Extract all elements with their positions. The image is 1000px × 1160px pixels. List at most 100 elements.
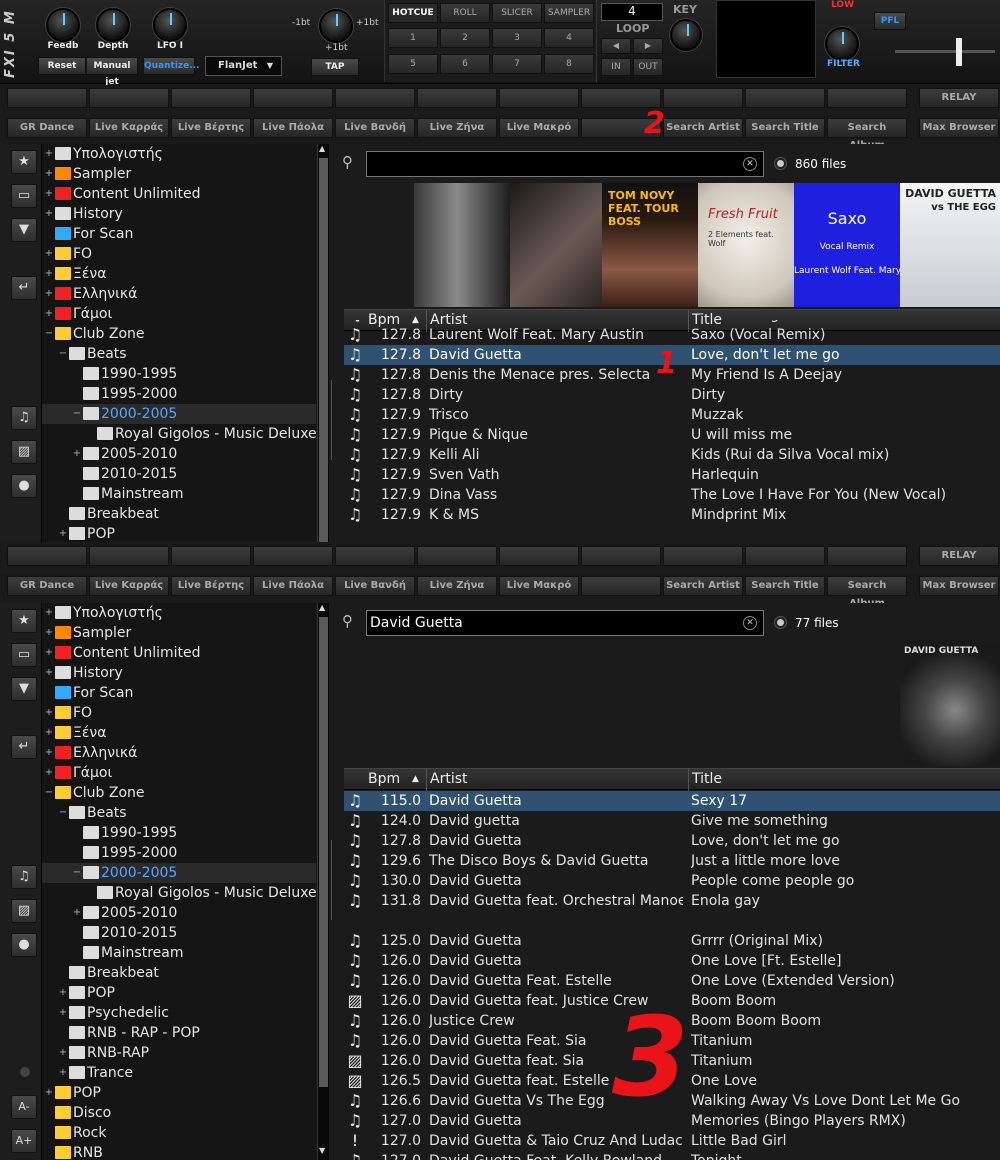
expand-icon[interactable]: + [72, 444, 82, 464]
tab-live-zina[interactable]: Live Ζήνα [417, 576, 497, 596]
album-cover[interactable]: Fresh Fruit 2 Elements feat. Wolf [698, 183, 794, 307]
tree-item[interactable]: 1990-1995 [42, 364, 316, 384]
expand-icon[interactable]: − [72, 863, 82, 883]
slot-button[interactable] [253, 546, 333, 566]
tab-empty[interactable] [581, 576, 661, 596]
tree-item[interactable]: + Sampler [42, 164, 316, 184]
table-row[interactable]: ♫ 126.0 David Guetta Feat. Estelle One Love… [344, 971, 1000, 991]
table-row[interactable]: ♫ 127.8 Dirty Dirty [344, 385, 1000, 405]
music-icon[interactable]: ♫ [11, 406, 37, 430]
tab-live-paola[interactable]: Live Πάολα [253, 576, 333, 596]
table-row[interactable]: ♫ 127.9 Kelli Ali Kids (Rui da Silva Vocal … [344, 445, 1000, 465]
slot-button[interactable] [745, 88, 825, 108]
expand-icon[interactable]: + [72, 903, 82, 923]
tap-button[interactable]: TAP [311, 58, 359, 76]
tree-item[interactable]: + RNB-RAP [42, 1043, 316, 1063]
expand-icon[interactable]: + [44, 603, 54, 623]
slot-button[interactable] [417, 546, 497, 566]
tree-item[interactable]: For Scan [42, 683, 316, 703]
max-browser-button[interactable]: Max Browser [919, 576, 999, 596]
tab-live-karras[interactable]: Live Καρράς [89, 118, 169, 138]
tree-item[interactable]: + Υπολογιστής [42, 603, 316, 623]
search-title-button[interactable]: Search Title [745, 576, 825, 596]
search-artist-button[interactable]: Search Artist [663, 118, 743, 138]
reset-button[interactable]: Reset [38, 57, 86, 75]
pad-2[interactable]: 2 [440, 28, 490, 48]
table-row[interactable]: ♫ 127.9 Dina Vass The Love I Have For You (… [344, 485, 1000, 505]
clear-search-icon[interactable]: ✕ [743, 616, 757, 630]
table-row[interactable]: ♫ 125.0 David Guetta Grrrr (Original Mix) [344, 931, 1000, 951]
tree-scrollbar-top[interactable]: ▲ [317, 144, 329, 542]
table-header[interactable]: Bpm ▲ Artist Title [344, 768, 1000, 791]
tree-item[interactable]: Breakbeat [42, 963, 316, 983]
expand-icon[interactable]: + [44, 1083, 54, 1103]
bpm-minus-label[interactable]: -1bt [292, 18, 310, 28]
expand-icon[interactable]: + [44, 204, 54, 224]
album-cover[interactable]: DAVID GUETTA [900, 642, 1000, 766]
music-icon[interactable]: ♫ [11, 865, 37, 889]
tree-item[interactable]: − Beats [42, 803, 316, 823]
search-artist-button[interactable]: Search Artist [663, 576, 743, 596]
pitch-knob[interactable] [319, 9, 353, 43]
tree-item[interactable]: + Trance [42, 1063, 316, 1083]
search-input[interactable]: David Guetta ✕ [366, 610, 764, 636]
tab-live-karras[interactable]: Live Καρράς [89, 576, 169, 596]
mic-icon[interactable]: ● [11, 474, 37, 498]
slot-button[interactable] [499, 88, 579, 108]
expand-icon[interactable]: + [58, 1003, 68, 1023]
tree-item[interactable]: + Ξένα [42, 723, 316, 743]
max-browser-button[interactable]: Max Browser [919, 118, 999, 138]
tree-item[interactable]: Rock [42, 1123, 316, 1143]
search-title-button[interactable]: Search Title [745, 118, 825, 138]
feedback-knob[interactable] [46, 8, 80, 42]
expand-icon[interactable]: + [44, 284, 54, 304]
tree-item[interactable]: + Content Unlimited [42, 643, 316, 663]
slot-button[interactable] [663, 546, 743, 566]
table-row[interactable]: ♫ 127.8 Laurent Wolf Feat. Mary Austin Saxo… [344, 325, 1000, 345]
bpm-plus-label[interactable]: +1bt [356, 18, 379, 28]
effect-dropdown[interactable]: FlanJet ▼ [205, 56, 282, 76]
lfo-knob[interactable] [153, 8, 187, 42]
filter-icon[interactable]: ▼ [11, 677, 37, 701]
slot-button[interactable] [417, 88, 497, 108]
expand-icon[interactable]: + [58, 983, 68, 1003]
tree-item[interactable]: + History [42, 204, 316, 224]
mic-icon[interactable]: ● [11, 933, 37, 957]
expand-icon[interactable]: − [58, 344, 68, 364]
video-icon[interactable]: ▨ [11, 899, 37, 923]
scroll-up-icon[interactable]: ▲ [319, 603, 325, 612]
font-increase-icon[interactable]: A+ [11, 1129, 37, 1153]
expand-icon[interactable]: − [72, 404, 82, 424]
slot-button[interactable] [335, 88, 415, 108]
slicer-mode-button[interactable]: SLICER [492, 3, 542, 23]
pfl-button[interactable]: PFL [874, 12, 906, 30]
expand-icon[interactable]: − [44, 783, 54, 803]
filter-knob[interactable] [825, 27, 859, 61]
tree-item[interactable]: + History [42, 663, 316, 683]
scroll-thumb[interactable] [319, 617, 328, 1087]
tree-item[interactable]: Royal Gigolos - Music Deluxe 2 [42, 883, 316, 903]
back-icon[interactable]: ↵ [11, 276, 37, 300]
album-cover[interactable] [510, 183, 602, 307]
scroll-up-icon[interactable]: ▲ [319, 144, 325, 153]
tree-item[interactable]: Breakbeat [42, 504, 316, 524]
tree-item[interactable]: Royal Gigolos - Music Deluxe 2 [42, 424, 316, 444]
expand-icon[interactable]: + [58, 1043, 68, 1063]
slot-button[interactable] [335, 546, 415, 566]
tab-live-vertis[interactable]: Live Βέρτης [171, 118, 251, 138]
tree-item[interactable]: − Club Zone [42, 324, 316, 344]
scroll-thumb[interactable] [319, 158, 328, 542]
expand-icon[interactable]: + [58, 524, 68, 542]
expand-icon[interactable]: + [44, 723, 54, 743]
expand-icon[interactable]: + [44, 623, 54, 643]
album-cover-selected[interactable]: Saxo Vocal Remix Laurent Wolf Feat. Mary A… [794, 183, 932, 307]
table-row[interactable]: ♫ 127.9 Sven Vath Harlequin [344, 465, 1000, 485]
slot-button[interactable] [89, 88, 169, 108]
tab-live-vandi[interactable]: Live Βανδή [335, 576, 415, 596]
pad-6[interactable]: 6 [440, 54, 490, 74]
slot-button[interactable] [89, 546, 169, 566]
font-decrease-icon[interactable]: A- [11, 1095, 37, 1119]
table-row[interactable]: ♫ 115.0 David Guetta Sexy 17 [344, 791, 1000, 811]
tab-live-zina[interactable]: Live Ζήνα [417, 118, 497, 138]
tree-item[interactable]: + Ξένα [42, 264, 316, 284]
